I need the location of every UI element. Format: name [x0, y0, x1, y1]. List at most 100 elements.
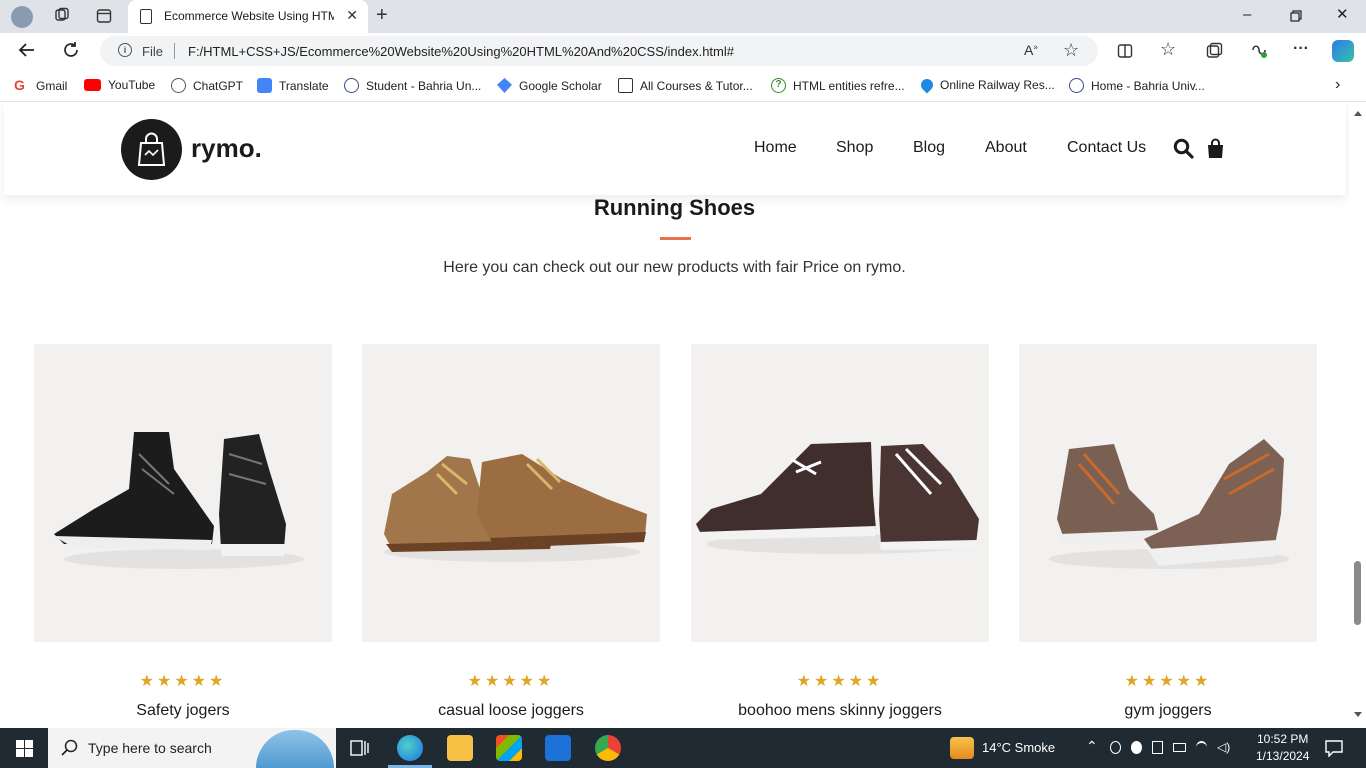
- site-info-icon[interactable]: i: [118, 43, 132, 57]
- railway-icon: [918, 76, 936, 94]
- bookmark-label: YouTube: [108, 78, 156, 92]
- tab-actions-icon[interactable]: [96, 8, 112, 27]
- product-image-casual-loose-joggers[interactable]: [362, 344, 660, 642]
- bookmark-home-bahria[interactable]: Home - Bahria Univ...: [1069, 78, 1205, 93]
- gmail-icon: G: [14, 77, 25, 93]
- chatgpt-icon: [171, 78, 186, 93]
- address-bar[interactable]: i File F:/HTML+CSS+JS/Ecommerce%20Websit…: [100, 36, 1098, 66]
- chrome-icon[interactable]: [595, 735, 621, 761]
- tray-overflow-chevron-icon[interactable]: ⌃: [1086, 738, 1098, 755]
- bookmark-html-entities[interactable]: ? HTML entities refre...: [771, 78, 905, 93]
- browser-essentials-icon[interactable]: [1250, 41, 1268, 62]
- bookmark-label: Google Scholar: [519, 78, 602, 93]
- toolbar: i File F:/HTML+CSS+JS/Ecommerce%20Websit…: [0, 33, 1366, 70]
- bookmarks-overflow-chevron-icon[interactable]: ›: [1335, 76, 1340, 94]
- bookmark-label: Online Railway Res...: [940, 78, 1055, 92]
- product-name[interactable]: Safety jogers: [34, 702, 332, 720]
- network-app-icon[interactable]: [1131, 741, 1143, 754]
- mail-icon[interactable]: [545, 735, 571, 761]
- translate-icon: [257, 78, 272, 93]
- restore-icon[interactable]: [1290, 9, 1302, 26]
- weather-text[interactable]: 14°C Smoke: [982, 740, 1055, 755]
- bookmark-student-bahria[interactable]: Student - Bahria Un...: [344, 78, 481, 93]
- html-entities-icon: ?: [771, 78, 786, 93]
- page-icon: [140, 9, 152, 24]
- section-title: Running Shoes: [593, 195, 756, 220]
- file-explorer-icon[interactable]: [447, 735, 473, 761]
- reload-icon[interactable]: [62, 41, 80, 62]
- product-card[interactable]: ★★★★★ casual loose joggers: [362, 344, 660, 719]
- active-tab[interactable]: Ecommerce Website Using HTML ✕: [128, 0, 368, 33]
- minimize-icon[interactable]: –: [1243, 6, 1251, 23]
- profile-avatar-icon[interactable]: [11, 6, 33, 28]
- product-name[interactable]: casual loose joggers: [362, 702, 660, 720]
- search-icon[interactable]: [1173, 138, 1194, 164]
- battery-icon[interactable]: [1173, 743, 1187, 752]
- copilot-icon[interactable]: [1332, 40, 1354, 62]
- scroll-down-arrow-icon[interactable]: [1354, 712, 1362, 717]
- nav-about[interactable]: About: [985, 139, 1027, 157]
- product-image-gym-joggers[interactable]: [1019, 344, 1317, 642]
- favorite-star-icon[interactable]: ☆: [1063, 40, 1079, 61]
- bookmark-youtube[interactable]: YouTube: [84, 78, 155, 92]
- taskbar-search-box[interactable]: Type here to search: [48, 728, 336, 768]
- favorites-icon[interactable]: ☆: [1160, 39, 1176, 60]
- nav-shop[interactable]: Shop: [836, 139, 873, 157]
- product-card[interactable]: ★★★★★ boohoo mens skinny joggers: [691, 344, 989, 719]
- meet-now-icon[interactable]: [1110, 741, 1122, 754]
- bookmark-label: HTML entities refre...: [793, 78, 905, 93]
- bookmark-gmail[interactable]: G Gmail: [14, 78, 67, 93]
- more-options-icon[interactable]: ···: [1293, 40, 1309, 58]
- nav-contact-us[interactable]: Contact Us: [1067, 139, 1146, 157]
- rating-stars: ★★★★★: [1124, 673, 1212, 690]
- address-divider: [174, 43, 175, 59]
- split-screen-icon[interactable]: [1117, 43, 1133, 62]
- product-image-boohoo-mens-skinny-joggers[interactable]: [691, 344, 989, 642]
- tray-app-icons[interactable]: ◁): [1110, 741, 1230, 755]
- microsoft-store-icon[interactable]: [496, 735, 522, 761]
- bookmark-all-courses[interactable]: All Courses & Tutor...: [618, 78, 753, 93]
- close-window-icon[interactable]: ✕: [1336, 5, 1349, 23]
- scholar-icon: [497, 78, 512, 93]
- weather-icon[interactable]: [950, 737, 974, 759]
- wifi-icon[interactable]: [1196, 741, 1208, 754]
- scrollbar-thumb[interactable]: [1354, 561, 1361, 625]
- close-tab-icon[interactable]: ✕: [346, 7, 358, 24]
- product-image-safety-jogers[interactable]: [34, 344, 332, 642]
- bookmark-chatgpt[interactable]: ChatGPT: [171, 78, 243, 93]
- rating-stars: ★★★★★: [139, 673, 227, 690]
- new-tab-icon[interactable]: +: [376, 4, 388, 27]
- notifications-icon[interactable]: [1325, 739, 1343, 762]
- task-view-icon[interactable]: [350, 738, 370, 763]
- clock-date[interactable]: 1/13/2024: [1256, 749, 1309, 763]
- volume-icon[interactable]: ◁): [1217, 741, 1230, 754]
- nav-blog[interactable]: Blog: [913, 139, 945, 157]
- scroll-up-arrow-icon[interactable]: [1354, 111, 1362, 116]
- cart-bag-icon[interactable]: [1206, 138, 1225, 164]
- read-aloud-icon[interactable]: A»: [1024, 42, 1038, 58]
- address-url[interactable]: F:/HTML+CSS+JS/Ecommerce%20Website%20Usi…: [188, 44, 734, 59]
- courses-icon: [618, 78, 633, 93]
- workspaces-icon[interactable]: [54, 7, 70, 26]
- product-card[interactable]: ★★★★★ gym joggers: [1019, 344, 1317, 719]
- nav-home[interactable]: Home: [754, 139, 797, 157]
- logo-text[interactable]: rymo.: [191, 133, 262, 164]
- product-name[interactable]: gym joggers: [1019, 702, 1317, 720]
- tab-strip: Ecommerce Website Using HTML ✕ + – ✕: [0, 0, 1366, 33]
- bahria-icon: [344, 78, 359, 93]
- security-icon[interactable]: [1152, 741, 1164, 754]
- product-card[interactable]: ★★★★★ Safety jogers: [34, 344, 332, 719]
- collections-icon[interactable]: [1206, 42, 1223, 62]
- clock-time[interactable]: 10:52 PM: [1257, 732, 1308, 746]
- bookmark-online-railway[interactable]: Online Railway Res...: [918, 76, 1055, 94]
- logo-bag-icon[interactable]: [121, 119, 182, 180]
- bookmark-google-scholar[interactable]: Google Scholar: [497, 78, 602, 93]
- bookmarks-bar: G Gmail YouTube ChatGPT Translate Studen…: [0, 70, 1366, 102]
- page-scrollbar[interactable]: [1349, 103, 1366, 725]
- edge-browser-icon[interactable]: [397, 735, 423, 761]
- bookmark-translate[interactable]: Translate: [257, 78, 329, 93]
- windows-start-icon[interactable]: [16, 740, 33, 762]
- product-name[interactable]: boohoo mens skinny joggers: [691, 702, 989, 720]
- address-scheme: File: [142, 44, 163, 59]
- back-arrow-icon[interactable]: [18, 41, 36, 62]
